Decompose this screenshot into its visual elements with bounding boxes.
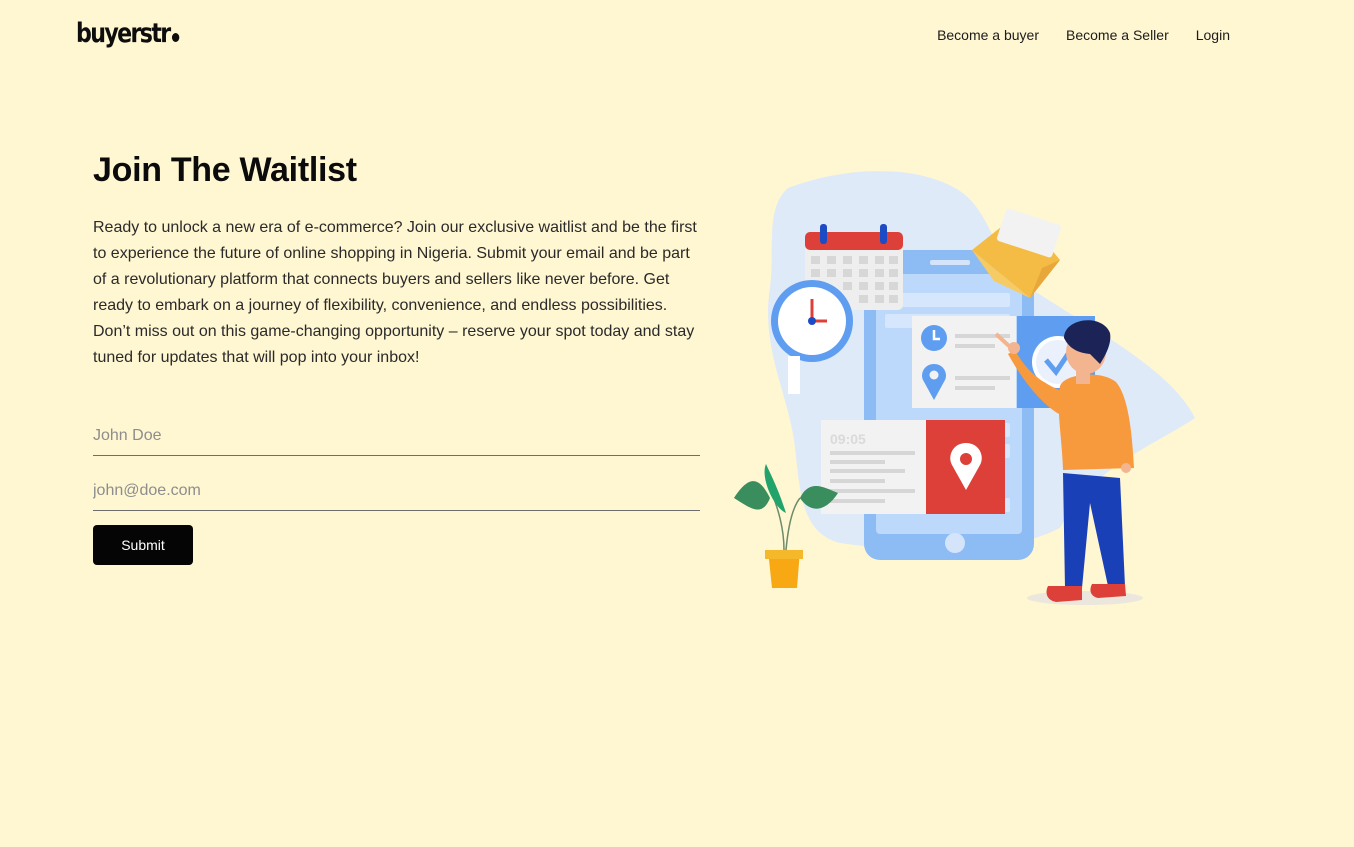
waitlist-content: Join The Waitlist Ready to unlock a new …: [93, 150, 703, 371]
time-card-text: 09:05: [830, 431, 866, 447]
name-input[interactable]: [93, 416, 700, 456]
page-title: Join The Waitlist: [93, 151, 357, 189]
submit-button[interactable]: Submit: [93, 525, 193, 565]
brand-logo[interactable]: buyerstr: [76, 18, 180, 49]
top-nav-bar: buyerstr Become a buyer Become a Seller …: [0, 0, 1354, 72]
logo-dot-icon: [172, 33, 180, 42]
waitlist-description: Ready to unlock a new era of e-commerce?…: [93, 219, 697, 366]
nav-become-seller-link[interactable]: Become a Seller: [1066, 27, 1169, 43]
waitlist-illustration: 09:05: [734, 171, 1195, 605]
main-nav: Become a buyer Become a Seller Login: [937, 27, 1230, 43]
nav-login-link[interactable]: Login: [1196, 27, 1230, 43]
email-input[interactable]: [93, 471, 700, 511]
nav-become-buyer-link[interactable]: Become a buyer: [937, 27, 1039, 43]
brand-name: buyerstr: [76, 18, 171, 49]
phone-home-button: [945, 533, 965, 553]
